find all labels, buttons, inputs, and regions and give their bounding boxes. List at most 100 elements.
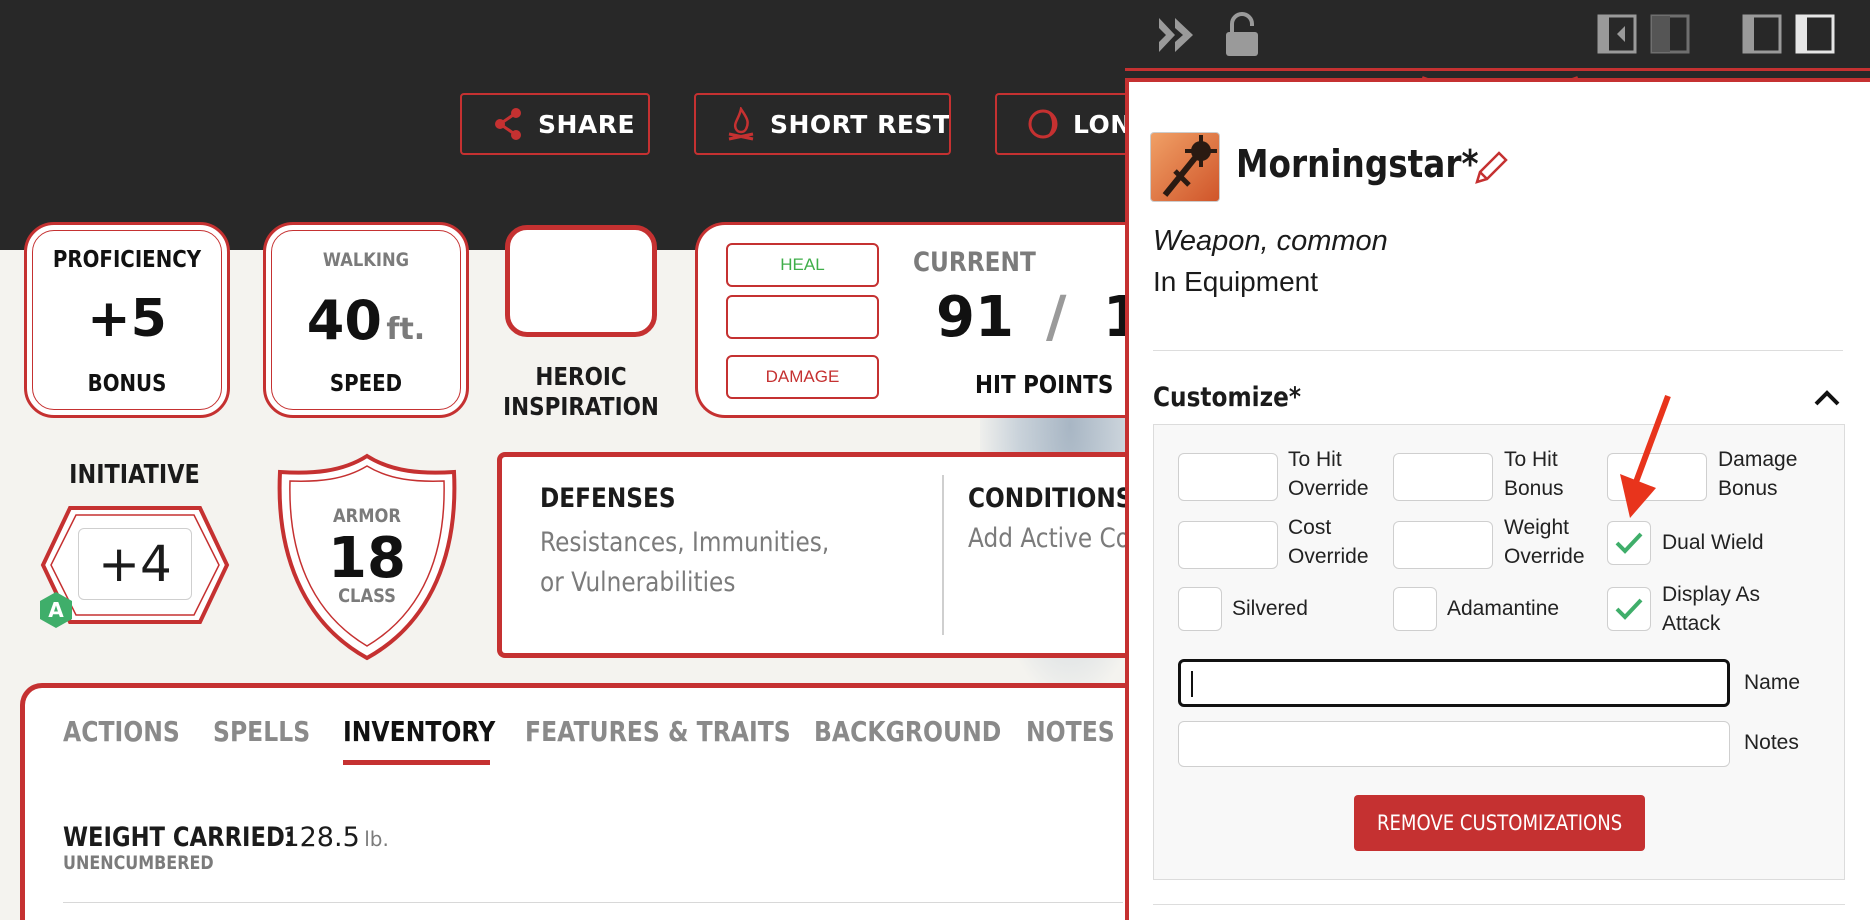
tab-background[interactable]: BACKGROUND: [814, 715, 1001, 748]
proficiency-value: +5: [87, 289, 167, 349]
initiative-value[interactable]: +4: [78, 528, 192, 600]
checkmark-icon: [1615, 532, 1643, 554]
campfire-icon: [728, 107, 754, 141]
heroic-inspiration-toggle[interactable]: [505, 225, 657, 337]
remove-customizations-label: REMOVE CUSTOMIZATIONS: [1376, 811, 1623, 835]
to-hit-bonus-input[interactable]: [1393, 453, 1493, 501]
weight-carried-label: WEIGHT CARRIED:: [63, 822, 294, 853]
speed-unit: ft.: [386, 312, 426, 347]
armor-class-label: CLASS: [338, 585, 396, 607]
collapse-panel-icon[interactable]: [1155, 12, 1201, 58]
share-icon: [495, 108, 521, 140]
to-hit-bonus-label: To Hit Bonus: [1504, 448, 1564, 500]
current-hp-label: CURRENT: [913, 247, 1036, 278]
weight-override-input[interactable]: [1393, 521, 1493, 569]
heroic-label-line1: HEROIC: [535, 362, 627, 391]
panel-wide-icon[interactable]: [1742, 14, 1782, 54]
to-hit-override-input[interactable]: [1178, 453, 1278, 501]
short-rest-button[interactable]: SHORT REST: [694, 93, 951, 155]
panel-split-icon[interactable]: [1650, 14, 1690, 54]
hp-amount-input[interactable]: [726, 295, 879, 339]
customize-header[interactable]: Customize*: [1153, 374, 1843, 424]
item-name: Morningstar*: [1236, 142, 1479, 186]
defenses-text[interactable]: Resistances, Immunities, or Vulnerabilit…: [540, 523, 832, 603]
weight-carried-value: 128.5: [282, 822, 360, 853]
item-type: Weapon, common: [1153, 225, 1388, 257]
panel-bottom-divider: [1153, 904, 1845, 905]
edit-pencil-icon[interactable]: [1471, 148, 1511, 188]
text-cursor: [1191, 671, 1193, 697]
heroic-inspiration-label: HEROIC INSPIRATION: [486, 362, 677, 422]
proficiency-bonus-label: BONUS: [87, 371, 167, 397]
conditions-text[interactable]: Add Active Co: [968, 523, 1130, 554]
damage-button[interactable]: DAMAGE: [726, 355, 879, 399]
tab-spells[interactable]: SPELLS: [213, 715, 310, 748]
morningstar-icon: [1162, 135, 1217, 197]
customize-section: To Hit Override To Hit Bonus Damage Bonu…: [1153, 424, 1845, 880]
advantage-icon: A: [40, 592, 72, 628]
dual-wield-checkbox[interactable]: [1607, 521, 1651, 565]
share-label: SHARE: [538, 109, 636, 139]
conditions-title[interactable]: CONDITIONS: [968, 483, 1133, 514]
heal-button[interactable]: HEAL: [726, 243, 879, 287]
share-button[interactable]: SHARE: [460, 93, 650, 155]
adamantine-label: Adamantine: [1447, 597, 1560, 620]
custom-name-input[interactable]: [1178, 659, 1730, 707]
speed-value-group: 40 ft.: [266, 289, 466, 352]
proficiency-label: PROFICIENCY: [52, 247, 202, 273]
unlock-icon[interactable]: [1222, 12, 1262, 58]
adamantine-checkbox[interactable]: [1393, 587, 1437, 631]
cost-override-input[interactable]: [1178, 521, 1278, 569]
dual-wield-label: Dual Wield: [1662, 531, 1764, 554]
defenses-conditions-box: DEFENSES Resistances, Immunities, or Vul…: [497, 452, 1137, 658]
advantage-letter: A: [48, 598, 64, 622]
weight-override-label: Weight Override: [1504, 516, 1585, 568]
proficiency-box: PROFICIENCY +5 BONUS: [24, 222, 230, 418]
tab-notes[interactable]: NOTES: [1026, 715, 1115, 748]
hp-separator: /: [1046, 285, 1067, 350]
remove-customizations-button[interactable]: REMOVE CUSTOMIZATIONS: [1354, 795, 1645, 851]
silvered-label: Silvered: [1232, 597, 1308, 620]
hit-points-label: HIT POINTS: [975, 370, 1114, 399]
weight-unit: lb.: [364, 827, 389, 851]
custom-notes-input[interactable]: [1178, 721, 1730, 767]
walking-label: WALKING: [322, 249, 410, 271]
defenses-title[interactable]: DEFENSES: [540, 483, 676, 514]
name-label: Name: [1744, 671, 1801, 694]
tab-inventory[interactable]: INVENTORY: [343, 715, 495, 748]
speed-label: SPEED: [329, 371, 403, 397]
damage-bonus-label: Damage Bonus: [1718, 448, 1798, 500]
defenses-divider: [942, 475, 944, 635]
annotation-arrow: [1620, 394, 1671, 518]
armor-class-value: 18: [328, 526, 406, 591]
to-hit-override-label: To Hit Override: [1288, 448, 1369, 500]
panel-divider: [1153, 350, 1843, 351]
active-tab-indicator: [343, 760, 490, 765]
speed-box: WALKING 40 ft. SPEED: [263, 222, 469, 418]
checkmark-icon: [1615, 598, 1643, 620]
item-thumbnail: [1150, 132, 1220, 202]
tab-actions[interactable]: ACTIONS: [63, 715, 180, 748]
encumbrance-status: UNENCUMBERED: [63, 852, 214, 874]
long-rest-button[interactable]: LON: [995, 93, 1130, 155]
customize-title: Customize*: [1153, 382, 1302, 413]
weight-carried: WEIGHT CARRIED: 128.5 lb.: [63, 822, 389, 853]
tab-features-traits[interactable]: FEATURES & TRAITS: [525, 715, 791, 748]
panel-left-icon[interactable]: [1597, 14, 1637, 54]
panel-full-icon[interactable]: [1795, 14, 1835, 54]
item-location: In Equipment: [1153, 266, 1318, 297]
armor-label: ARMOR: [333, 505, 401, 527]
current-hp-value[interactable]: 91: [936, 285, 1014, 350]
initiative-label: INITIATIVE: [69, 460, 200, 490]
long-rest-label: LON: [1073, 109, 1130, 139]
moon-icon: [1028, 109, 1058, 139]
display-as-attack-label: Display As Attack: [1662, 583, 1761, 635]
cost-override-label: Cost Override: [1288, 516, 1369, 568]
short-rest-label: SHORT REST: [770, 109, 951, 139]
silvered-checkbox[interactable]: [1178, 587, 1222, 631]
display-as-attack-checkbox[interactable]: [1607, 587, 1651, 631]
inventory-divider: [63, 902, 1123, 903]
speed-value: 40: [306, 289, 382, 352]
chevron-up-icon[interactable]: [1813, 388, 1841, 408]
notes-label: Notes: [1744, 731, 1799, 754]
